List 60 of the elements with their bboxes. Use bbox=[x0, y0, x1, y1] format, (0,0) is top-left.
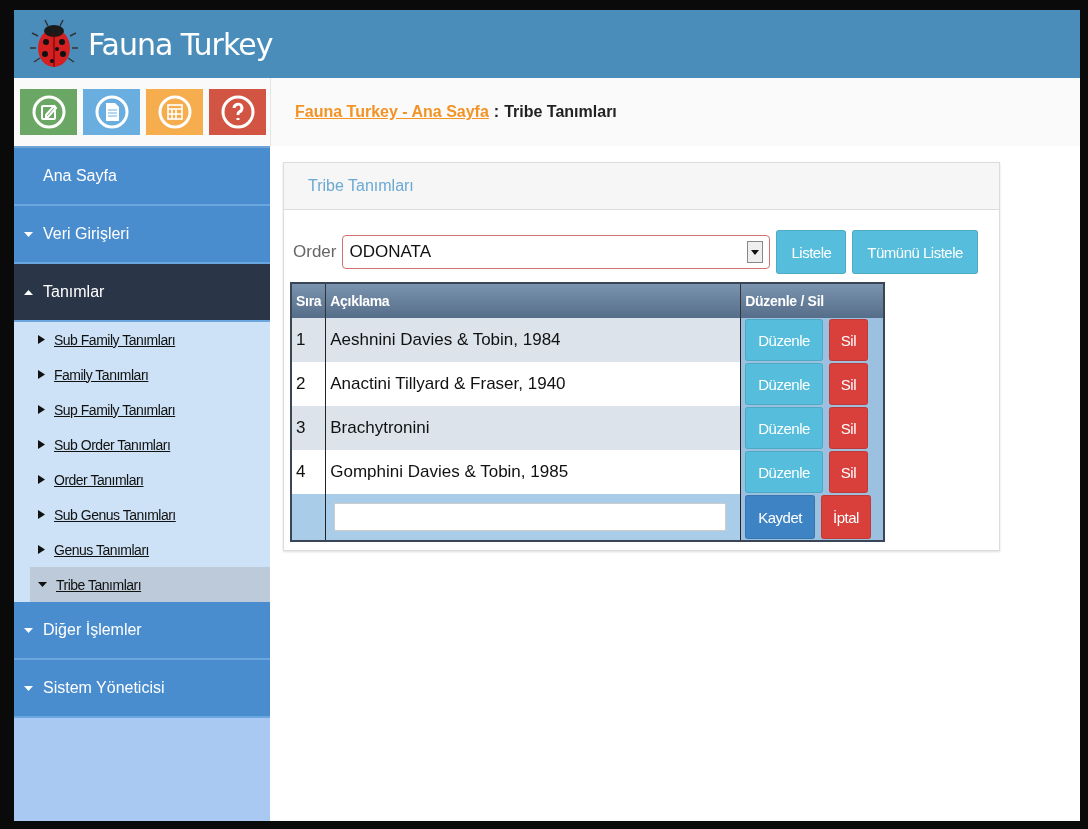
caret-icon bbox=[38, 335, 45, 344]
sidebar-link[interactable]: Sup Family Tanımları bbox=[54, 401, 176, 418]
caret-icon bbox=[38, 510, 45, 519]
caret-icon bbox=[38, 405, 45, 414]
column-header: Düzenle / Sil bbox=[740, 283, 885, 318]
panel-title: Tribe Tanımları bbox=[284, 163, 999, 210]
caret-icon bbox=[24, 626, 33, 634]
toolbar-button[interactable] bbox=[83, 89, 140, 135]
breadcrumb-separator: : bbox=[493, 103, 500, 121]
description-input[interactable] bbox=[334, 503, 727, 531]
caret-icon bbox=[38, 475, 45, 484]
sidebar-link[interactable]: Tribe Tanımları bbox=[56, 576, 142, 593]
edit-icon bbox=[30, 94, 67, 130]
cancel-button[interactable]: İptal bbox=[820, 495, 871, 539]
order-label: Order bbox=[293, 242, 337, 262]
table-cell: Brachytronini bbox=[325, 406, 741, 450]
column-header: Sıra bbox=[291, 283, 326, 318]
delete-button[interactable]: Sil bbox=[828, 319, 868, 361]
site-title: Fauna Turkey bbox=[88, 26, 273, 62]
sidebar-item[interactable]: Ana Sayfa bbox=[14, 148, 270, 206]
sidebar-link[interactable]: Order Tanımları bbox=[54, 471, 144, 488]
sidebar-link[interactable]: Family Tanımları bbox=[54, 366, 149, 383]
table-cell: 1 bbox=[291, 318, 326, 362]
breadcrumb-current: Tribe Tanımları bbox=[504, 103, 617, 121]
table-cell: Gomphini Davies & Tobin, 1985 bbox=[325, 450, 741, 494]
delete-button[interactable]: Sil bbox=[828, 363, 868, 405]
dropdown-icon bbox=[747, 241, 764, 263]
table-cell: 2 bbox=[291, 362, 326, 406]
toolbar-button[interactable] bbox=[209, 89, 266, 135]
caret-icon bbox=[38, 370, 45, 379]
caret-icon bbox=[24, 684, 33, 692]
calendar-icon bbox=[156, 94, 193, 130]
sidebar-item[interactable]: Diğer İşlemler bbox=[14, 602, 270, 660]
sidebar-link[interactable]: Sub Order Tanımları bbox=[54, 436, 171, 453]
help-icon bbox=[219, 94, 256, 130]
order-select[interactable]: ODONATA bbox=[342, 235, 771, 269]
breadcrumb-link[interactable]: Fauna Turkey - Ana Sayfa bbox=[295, 103, 489, 121]
ladybug-logo bbox=[28, 18, 80, 70]
table-cell: Aeshnini Davies & Tobin, 1984 bbox=[325, 318, 741, 362]
document-icon bbox=[93, 94, 130, 130]
toolbar-button[interactable] bbox=[20, 89, 77, 135]
sidebar-link[interactable]: Sub Family Tanımları bbox=[54, 331, 176, 348]
table-cell: 4 bbox=[291, 450, 326, 494]
sidebar-item[interactable]: Tanımlar bbox=[14, 264, 270, 322]
column-header: Açıklama bbox=[325, 283, 741, 318]
caret-icon bbox=[38, 440, 45, 449]
toolbar-button[interactable] bbox=[146, 89, 203, 135]
caret-icon bbox=[38, 581, 47, 588]
table-cell: Anactini Tillyard & Fraser, 1940 bbox=[325, 362, 741, 406]
delete-button[interactable]: Sil bbox=[828, 407, 868, 449]
delete-button[interactable]: Sil bbox=[828, 451, 868, 493]
sidebar-link[interactable]: Genus Tanımları bbox=[54, 541, 149, 558]
table-cell: 3 bbox=[291, 406, 326, 450]
sidebar-link[interactable]: Sub Genus Tanımları bbox=[54, 506, 176, 523]
caret-icon bbox=[24, 230, 33, 238]
caret-icon bbox=[24, 288, 33, 296]
sidebar-item[interactable]: Sistem Yöneticisi bbox=[14, 660, 270, 718]
sidebar-item[interactable]: Veri Girişleri bbox=[14, 206, 270, 264]
caret-icon bbox=[38, 545, 45, 554]
save-button[interactable]: Kaydet bbox=[745, 495, 815, 539]
